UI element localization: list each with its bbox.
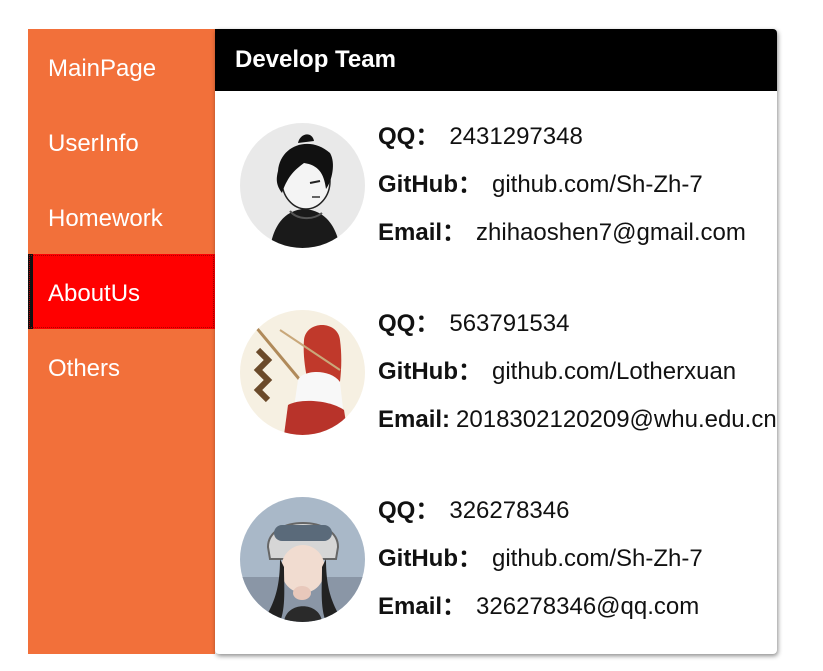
sidebar: MainPage UserInfo Homework AboutUs Other… [28, 29, 215, 654]
github-link[interactable]: github.com/Sh-Zh-7 [492, 171, 703, 198]
team-card: Develop Team QQ： 2431297348 GitHub： github… [215, 29, 777, 654]
email-label: Email： [378, 593, 467, 620]
qq-label: QQ： [378, 123, 440, 150]
card-title: Develop Team [215, 29, 777, 91]
member-info: QQ： 326278346 GitHub： github.com/Sh-Zh-7 E… [378, 497, 703, 641]
email-label: Email： [378, 219, 467, 246]
avatar-sketch-icon [240, 123, 365, 248]
qq-value: 563791534 [449, 310, 570, 337]
github-label: GitHub： [378, 545, 482, 572]
nav-item-homework[interactable]: Homework [28, 179, 215, 254]
member-entry: QQ： 2431297348 GitHub： github.com/Sh-Zh-7 … [215, 123, 777, 253]
nav-item-userinfo[interactable]: UserInfo [28, 104, 215, 179]
github-link[interactable]: github.com/Sh-Zh-7 [492, 545, 703, 572]
member-info: QQ： 563791534 GitHub： github.com/Lotherxua… [378, 310, 777, 454]
nav-item-others[interactable]: Others [28, 329, 215, 404]
email-link[interactable]: 326278346@qq.com [476, 593, 699, 620]
email-link[interactable]: 2018302120209@whu.edu.cn [456, 406, 777, 433]
github-link[interactable]: github.com/Lotherxuan [492, 358, 736, 385]
avatar-anime-icon [240, 310, 365, 435]
member-entry: QQ： 563791534 GitHub： github.com/Lotherxua… [215, 310, 777, 440]
email-label: Email: [378, 406, 451, 433]
member-entry: QQ： 326278346 GitHub： github.com/Sh-Zh-7 E… [215, 497, 777, 627]
qq-value: 2431297348 [449, 123, 583, 150]
nav-item-mainpage[interactable]: MainPage [28, 29, 215, 104]
github-label: GitHub： [378, 358, 482, 385]
nav-item-aboutus[interactable]: AboutUs [28, 254, 215, 329]
qq-label: QQ： [378, 497, 440, 524]
github-label: GitHub： [378, 171, 482, 198]
email-link[interactable]: zhihaoshen7@gmail.com [476, 219, 746, 246]
avatar-photo-icon [240, 497, 365, 622]
qq-value: 326278346 [449, 497, 570, 524]
member-info: QQ： 2431297348 GitHub： github.com/Sh-Zh-7 … [378, 123, 746, 267]
qq-label: QQ： [378, 310, 440, 337]
